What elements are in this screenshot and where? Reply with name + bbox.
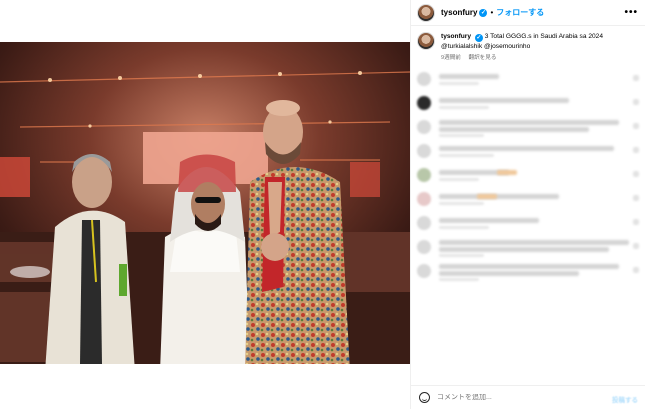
list-item — [417, 164, 643, 188]
caption: tysonfury ✓ 3 Total GGGG.s in Saudi Arab… — [417, 32, 641, 63]
comment-list — [417, 68, 643, 284]
caption-mentions[interactable]: @turkialalshik @josemourinho — [441, 42, 603, 51]
post-media-area — [0, 0, 410, 409]
comment-composer: 投稿する — [411, 385, 645, 409]
separator-dot: • — [490, 8, 494, 17]
translate-link[interactable]: 翻訳を見る — [468, 55, 496, 61]
list-item — [417, 260, 643, 284]
follow-button[interactable]: フォローする — [496, 7, 544, 18]
list-item — [417, 212, 643, 236]
post-side-panel: tysonfury ✓ • フォローする ••• tysonfury ✓ 3 T… — [410, 0, 645, 409]
list-item — [417, 236, 643, 260]
post-header: tysonfury ✓ • フォローする ••• — [411, 0, 645, 26]
verified-badge-icon: ✓ — [479, 8, 488, 17]
emoji-icon[interactable] — [419, 392, 430, 403]
list-item — [417, 188, 643, 212]
verified-badge-icon: ✓ — [474, 34, 483, 42]
comment-input[interactable] — [437, 394, 597, 401]
caption-text: 3 Total GGGG.s in Saudi Arabia sa 2024 — [484, 33, 604, 40]
username-link[interactable]: tysonfury — [441, 8, 477, 17]
list-item — [417, 92, 643, 116]
post-time: 9週間前 — [441, 55, 461, 61]
list-item — [417, 68, 643, 92]
caption-username[interactable]: tysonfury — [441, 33, 471, 40]
photo-image — [0, 42, 410, 364]
list-item — [417, 116, 643, 140]
avatar[interactable] — [417, 3, 435, 22]
caption-avatar[interactable] — [417, 32, 435, 50]
list-item — [417, 140, 643, 164]
post-comment-button[interactable]: 投稿する — [612, 394, 638, 404]
more-options-icon[interactable]: ••• — [624, 7, 638, 18]
post-photo[interactable] — [0, 42, 410, 364]
